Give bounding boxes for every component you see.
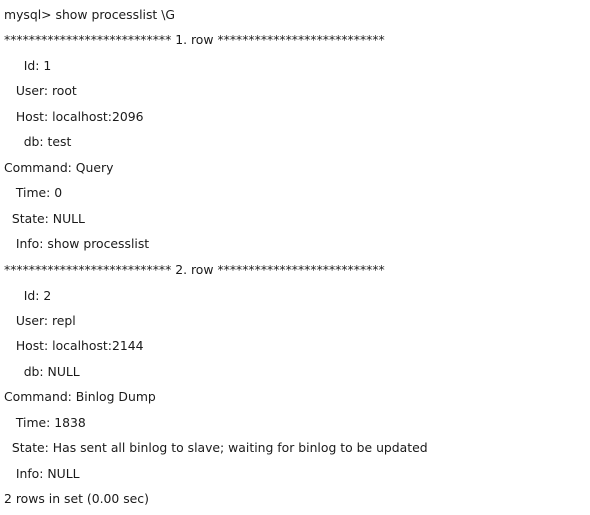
field-db: db: NULL xyxy=(4,363,80,381)
field-command: Command: Query xyxy=(4,159,113,177)
field-user: User: root xyxy=(4,82,77,100)
field-label: Info: xyxy=(4,466,48,481)
field-label: Id: xyxy=(4,288,44,303)
field-id: Id: 1 xyxy=(4,57,52,75)
field-value: localhost:2096 xyxy=(52,109,144,124)
field-value: 0 xyxy=(54,185,63,200)
field-value: 2 xyxy=(43,288,52,303)
field-label: Command: xyxy=(4,389,76,404)
field-value: 1838 xyxy=(54,415,86,430)
field-state: State: Has sent all binlog to slave; wai… xyxy=(4,439,428,457)
field-value: test xyxy=(47,134,72,149)
field-id: Id: 2 xyxy=(4,287,52,305)
field-label: Time: xyxy=(4,415,55,430)
field-label: Id: xyxy=(4,58,44,73)
field-value: NULL xyxy=(47,364,80,379)
result-summary: 2 rows in set (0.00 sec) xyxy=(4,491,149,506)
field-label: State: xyxy=(4,211,53,226)
field-value: Has sent all binlog to slave; waiting fo… xyxy=(52,440,428,455)
field-value: Query xyxy=(75,160,114,175)
command-prompt-line: mysql> show processlist \G xyxy=(4,7,175,22)
field-label: db: xyxy=(4,134,48,149)
field-time: Time: 1838 xyxy=(4,414,86,432)
field-value: NULL xyxy=(52,211,85,226)
field-db: db: test xyxy=(4,133,72,151)
field-value: Binlog Dump xyxy=(75,389,156,404)
field-value: localhost:2144 xyxy=(52,338,144,353)
field-label: Host: xyxy=(4,338,53,353)
field-label: Info: xyxy=(4,236,48,251)
field-label: Time: xyxy=(4,185,55,200)
field-label: User: xyxy=(4,313,52,328)
field-value: show processlist xyxy=(47,236,150,251)
field-host: Host: localhost:2096 xyxy=(4,108,144,126)
field-info: Info: NULL xyxy=(4,465,80,483)
field-label: Command: xyxy=(4,160,76,175)
field-value: repl xyxy=(51,313,76,328)
field-label: db: xyxy=(4,364,48,379)
field-time: Time: 0 xyxy=(4,184,62,202)
row-separator: *************************** 1. row *****… xyxy=(4,32,385,47)
field-label: Host: xyxy=(4,109,53,124)
field-command: Command: Binlog Dump xyxy=(4,388,156,406)
field-user: User: repl xyxy=(4,312,76,330)
field-state: State: NULL xyxy=(4,210,85,228)
row-separator: *************************** 2. row *****… xyxy=(4,262,385,277)
field-value: 1 xyxy=(43,58,52,73)
field-value: NULL xyxy=(47,466,80,481)
field-info: Info: show processlist xyxy=(4,235,149,253)
terminal-output: mysql> show processlist \G *************… xyxy=(0,0,590,515)
field-label: User: xyxy=(4,83,52,98)
field-host: Host: localhost:2144 xyxy=(4,337,144,355)
field-label: State: xyxy=(4,440,53,455)
field-value: root xyxy=(51,83,77,98)
